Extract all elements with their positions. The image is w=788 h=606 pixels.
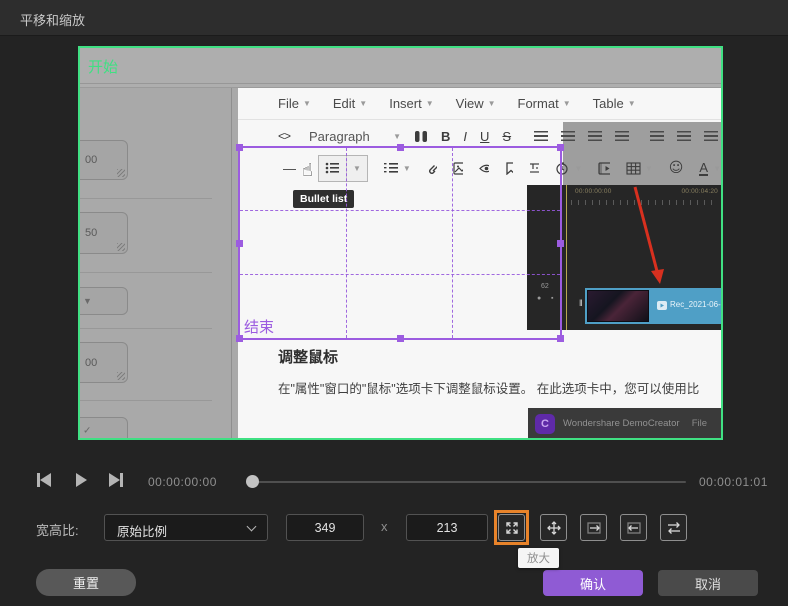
- cancel-button[interactable]: 取消: [658, 570, 758, 596]
- dialog-title: 平移和缩放: [20, 10, 85, 29]
- underline-icon: U: [480, 129, 489, 144]
- chevron-down-icon: [247, 522, 257, 532]
- menu-view: View▼: [456, 96, 496, 111]
- timeline-clip: ‖ Rec_2021-06-11 11-2: [585, 288, 721, 324]
- indent-extra-icon: [704, 131, 718, 142]
- democreator-logo: C: [535, 414, 555, 434]
- panel-check-field: ✓: [78, 417, 128, 440]
- justify-icon: [615, 131, 629, 142]
- clip-thumbnail: [587, 290, 649, 322]
- frame-left-panel: 00 50 ▼ 00 ✓: [80, 88, 238, 438]
- emoji-icon: ☺: [669, 160, 684, 176]
- aspect-ratio-dropdown[interactable]: 原始比例: [104, 514, 268, 541]
- next-frame-button[interactable]: [108, 472, 124, 488]
- crop-selection-box[interactable]: 结束: [238, 146, 562, 340]
- outdent-icon: [650, 131, 664, 142]
- align-right-icon: [588, 131, 602, 142]
- table-icon: [626, 162, 641, 175]
- dimension-separator: x: [381, 519, 388, 534]
- find-replace-icon: [414, 130, 428, 143]
- pan-move-icon: [546, 520, 562, 536]
- move-right-button[interactable]: [580, 514, 607, 541]
- swap-arrows-icon: [666, 520, 682, 536]
- clip-label: Rec_2021-06-11 11-2: [670, 300, 721, 309]
- zoom-in-icon: [504, 520, 520, 536]
- italic-icon: I: [463, 129, 467, 144]
- move-left-button[interactable]: [620, 514, 647, 541]
- watermark-brand: Wondershare DemoCreator: [563, 418, 680, 429]
- document-body-text: 在"属性"窗口的"鼠标"选项卡下调整鼠标设置。 在此选项卡中，您可以使用比: [278, 378, 699, 397]
- pan-button[interactable]: [540, 514, 567, 541]
- media-icon: [598, 162, 609, 175]
- menu-insert: Insert▼: [389, 96, 433, 111]
- crop-handle-w[interactable]: [236, 240, 243, 247]
- crop-handle-ne[interactable]: [557, 144, 564, 151]
- editor-menubar: File▼ Edit▼ Insert▼ View▼ Format▼ Table▼: [238, 88, 721, 120]
- crop-handle-se[interactable]: [557, 335, 564, 342]
- dialog-titlebar: 平移和缩放: [0, 0, 788, 36]
- align-center-icon: [561, 131, 575, 142]
- play-button[interactable]: [73, 472, 89, 488]
- confirm-button[interactable]: 确认: [543, 570, 643, 596]
- width-input[interactable]: [286, 514, 364, 541]
- watermark-file-menu: File: [692, 418, 707, 429]
- crop-handle-sw[interactable]: [236, 335, 243, 342]
- panel-number-field: 00: [78, 140, 128, 180]
- height-input[interactable]: [406, 514, 488, 541]
- strikethrough-icon: S: [502, 129, 511, 144]
- total-duration: 00:00:01:01: [699, 475, 768, 489]
- playback-slider-track[interactable]: [250, 481, 686, 483]
- document-heading: 调整鼠标: [278, 346, 338, 367]
- menu-edit: Edit▼: [333, 96, 367, 111]
- arrow-left-box-icon: [626, 520, 642, 536]
- zoom-in-button-highlight: [494, 510, 529, 545]
- table-button: ▼: [626, 162, 653, 175]
- aspect-ratio-label: 宽高比:: [36, 520, 79, 539]
- menu-table: Table▼: [593, 96, 636, 111]
- frame-top-band: [80, 48, 721, 88]
- menu-file: File▼: [278, 96, 311, 111]
- code-icon: <>: [278, 129, 290, 143]
- playback-slider-thumb[interactable]: [246, 475, 259, 488]
- clip-video-icon: [657, 301, 667, 310]
- align-left-icon: [534, 131, 548, 142]
- crop-handle-n[interactable]: [397, 144, 404, 151]
- font-color-button: A ▼: [699, 161, 721, 176]
- mouse-cursor-icon: ☝: [302, 160, 313, 181]
- previous-frame-button[interactable]: [36, 472, 52, 488]
- video-preview[interactable]: 开始 00 50 ▼ 00 ✓ File▼ Edit▼ Insert▼ View…: [78, 46, 723, 440]
- start-region-label: 开始: [88, 56, 118, 77]
- crop-handle-e[interactable]: [557, 240, 564, 247]
- reset-button[interactable]: 重置: [36, 569, 136, 596]
- crop-handle-nw[interactable]: [236, 144, 243, 151]
- panel-number-field: 00: [78, 342, 128, 383]
- panel-number-field: 50: [78, 212, 128, 254]
- frame-watermark-bar: C Wondershare DemoCreator File: [528, 408, 721, 439]
- panel-dropdown-field: ▼: [78, 287, 128, 315]
- arrow-right-box-icon: [586, 520, 602, 536]
- font-color-icon: A: [699, 161, 708, 176]
- menu-format: Format▼: [518, 96, 571, 111]
- current-time: 00:00:00:00: [148, 475, 217, 489]
- zoom-in-button[interactable]: [498, 514, 525, 541]
- crop-handle-s[interactable]: [397, 335, 404, 342]
- swap-button[interactable]: [660, 514, 687, 541]
- zoom-tooltip: 放大: [518, 548, 559, 568]
- end-region-label: 结束: [244, 316, 274, 337]
- paragraph-dropdown: Paragraph▼: [309, 129, 401, 144]
- indent-icon: [677, 131, 691, 142]
- bold-icon: B: [441, 129, 450, 144]
